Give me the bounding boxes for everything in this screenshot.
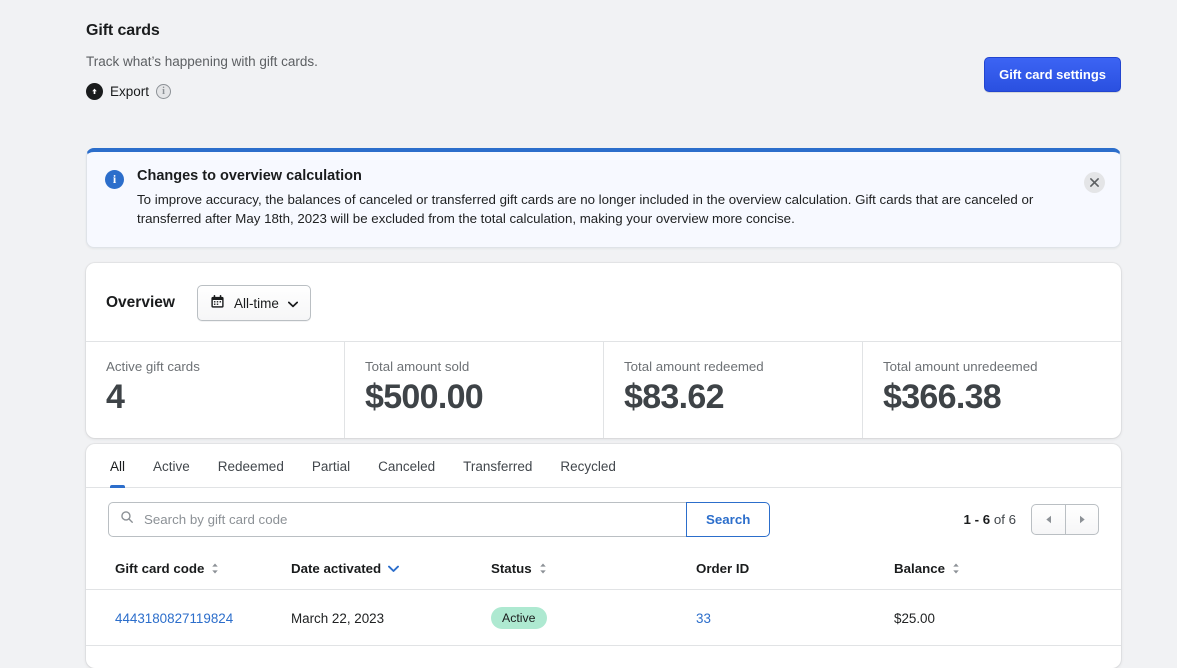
cell-order-id: 33 [696,589,894,646]
cell-status: Active [491,589,696,646]
chevron-left-icon[interactable] [1031,504,1065,535]
column-balance[interactable]: Balance [894,550,1121,590]
tab-partial[interactable]: Partial [298,444,364,487]
column-order-id[interactable]: Order ID [696,550,894,590]
overview-card: Overview All-time Active gift cards 4 To… [86,263,1121,438]
cell-date-activated: March 22, 2023 [291,589,491,646]
column-status[interactable]: Status [491,550,696,590]
column-label: Date activated [291,561,382,576]
date-range-label: All-time [233,295,279,311]
order-id-link[interactable]: 33 [696,611,711,626]
overview-header: Overview All-time [86,263,1121,341]
metric-total-amount-unredeemed: Total amount unredeemed $366.38 [863,342,1121,438]
cell-balance: $25.00 [894,589,1121,646]
metric-total-amount-redeemed: Total amount redeemed $83.62 [604,342,863,438]
table-toolbar: Search 1 - 6 of 6 [86,488,1121,550]
banner-title: Changes to overview calculation [137,168,362,184]
search-group: Search [108,502,771,537]
tab-recycled[interactable]: Recycled [546,444,630,487]
pagination-label: 1 - 6 of 6 [964,512,1017,527]
metric-label: Total amount sold [365,359,470,374]
metric-label: Total amount unredeemed [883,359,1038,374]
metrics-row: Active gift cards 4 Total amount sold $5… [86,341,1121,438]
column-label: Balance [894,561,945,576]
status-badge: Active [491,607,547,629]
column-gift-card-code[interactable]: Gift card code [86,550,291,590]
metric-total-amount-sold: Total amount sold $500.00 [345,342,604,438]
cell-gift-card-code: 4443180827119824 [86,589,291,646]
banner-text: To improve accuracy, the balances of can… [137,192,1034,226]
metric-label: Total amount redeemed [624,359,764,374]
sort-icon [539,563,547,574]
export-button[interactable]: Export [86,83,149,100]
calendar-icon [210,294,225,312]
export-row: Export i [86,83,1121,100]
search-button[interactable]: Search [686,502,771,537]
gift-cards-table: Gift card code Date activated Status Ord… [86,550,1121,646]
page-title: Gift cards [86,22,160,39]
gift-cards-page: Gift cards Track what’s happening with g… [0,0,1177,668]
column-label: Status [491,561,532,576]
page-header: Gift cards Track what’s happening with g… [86,22,1121,100]
metric-value: 4 [106,378,125,416]
column-date-activated[interactable]: Date activated [291,550,491,590]
search-box[interactable] [108,502,686,537]
sort-icon [952,563,960,574]
pagination-total: of 6 [993,512,1016,527]
page-subtitle: Track what’s happening with gift cards. [86,54,318,69]
chevron-down-icon [388,561,400,576]
metric-value: $500.00 [365,378,484,416]
table-header-row: Gift card code Date activated Status Ord… [86,550,1121,590]
gift-card-code-link[interactable]: 4443180827119824 [115,611,233,626]
gift-card-settings-button[interactable]: Gift card settings [984,57,1121,92]
metric-value: $83.62 [624,378,724,416]
overview-label: Overview [106,294,175,311]
tab-transferred[interactable]: Transferred [449,444,546,487]
metric-active-gift-cards: Active gift cards 4 [86,342,345,438]
pager-buttons [1031,504,1099,535]
tab-canceled[interactable]: Canceled [364,444,449,487]
date-range-picker[interactable]: All-time [196,285,311,321]
info-icon: i [105,170,124,189]
sort-icon [211,563,219,574]
tab-all[interactable]: All [96,444,139,488]
pagination: 1 - 6 of 6 [964,504,1099,535]
overview-calculation-banner: i Changes to overview calculation To imp… [86,148,1121,248]
info-icon[interactable]: i [156,84,172,99]
status-tabs: All Active Redeemed Partial Canceled Tra… [86,444,1121,488]
column-label: Gift card code [115,561,205,576]
upload-circle-icon [86,83,103,100]
search-icon [120,510,134,529]
chevron-down-icon [287,296,299,311]
tab-redeemed[interactable]: Redeemed [204,444,298,487]
close-icon[interactable] [1084,172,1105,193]
column-label: Order ID [696,561,750,576]
export-label: Export [110,84,150,99]
pagination-range: 1 - 6 [963,512,991,527]
search-input[interactable] [142,511,675,528]
metric-value: $366.38 [883,378,1002,416]
gift-cards-table-card: All Active Redeemed Partial Canceled Tra… [86,444,1121,668]
chevron-right-icon[interactable] [1065,504,1099,535]
tab-active[interactable]: Active [139,444,204,487]
table-row[interactable]: 4443180827119824 March 22, 2023 Active 3… [86,589,1121,646]
metric-label: Active gift cards [106,359,200,374]
